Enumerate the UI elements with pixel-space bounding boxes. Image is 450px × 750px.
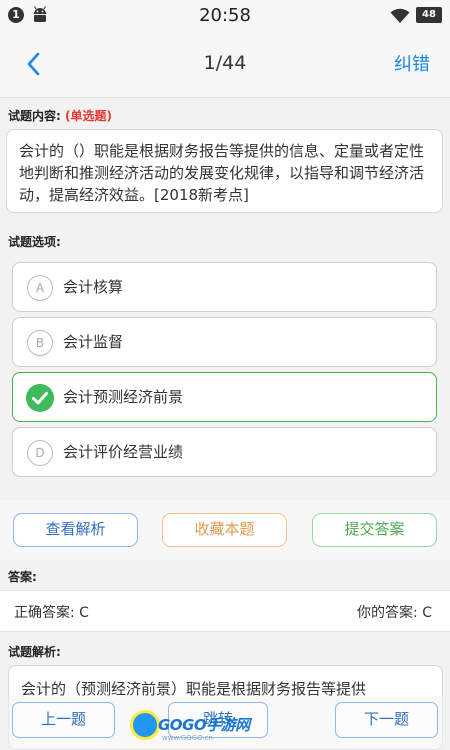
wifi-icon: [390, 8, 410, 23]
status-bar: 1 20:58 48: [0, 0, 450, 30]
option-c[interactable]: 会计预测经济前景: [12, 372, 437, 422]
submit-answer-button[interactable]: 提交答案: [312, 513, 437, 547]
question-label: 试题内容: (单选题): [8, 107, 112, 124]
question-text: 会计的（）职能是根据财务报告等提供的信息、定量或者定性地判断和推测经济活动的发展…: [6, 129, 443, 213]
clock: 20:58: [199, 5, 251, 26]
next-question-button[interactable]: 下一题: [335, 702, 438, 738]
correct-answer: 正确答案: C: [14, 605, 89, 621]
explanation-label: 试题解析:: [8, 645, 61, 659]
watermark-brand: GOGO手游网: [158, 716, 250, 734]
option-b[interactable]: B 会计监督: [12, 317, 437, 367]
watermark-logo: GOGO手游网 www.GOGO.cn: [130, 708, 280, 742]
question-progress: 1/44: [203, 52, 247, 74]
options-label: 试题选项:: [8, 235, 61, 249]
option-text: 会计监督: [63, 333, 124, 351]
your-answer: 你的答案: C: [357, 605, 432, 621]
watermark-url: www.GOGO.cn: [162, 734, 213, 742]
option-letter: A: [27, 275, 53, 301]
option-text: 会计评价经营业绩: [63, 443, 184, 461]
option-d[interactable]: D 会计评价经营业绩: [12, 427, 437, 477]
question-label-text: 试题内容:: [8, 109, 61, 123]
battery-icon: 48: [416, 7, 442, 23]
option-text: 会计核算: [63, 278, 124, 296]
report-error-button[interactable]: 纠错: [394, 50, 430, 76]
option-letter: B: [27, 330, 53, 356]
question-type-tag: (单选题): [65, 109, 112, 123]
answer-row: 正确答案: C 你的答案: C: [0, 590, 450, 632]
favorite-button[interactable]: 收藏本题: [162, 513, 287, 547]
option-text: 会计预测经济前景: [63, 388, 184, 406]
option-letter: D: [27, 440, 53, 466]
nav-bar: 1/44 纠错: [0, 30, 450, 98]
view-explanation-button[interactable]: 查看解析: [13, 513, 138, 547]
option-a[interactable]: A 会计核算: [12, 262, 437, 312]
previous-question-button[interactable]: 上一题: [12, 702, 115, 738]
logo-circle-icon: [130, 710, 160, 740]
check-circle-icon: [26, 384, 54, 412]
action-row: 查看解析 收藏本题 提交答案: [0, 500, 450, 560]
answer-header: [0, 563, 450, 589]
answer-label: 答案:: [8, 570, 37, 584]
